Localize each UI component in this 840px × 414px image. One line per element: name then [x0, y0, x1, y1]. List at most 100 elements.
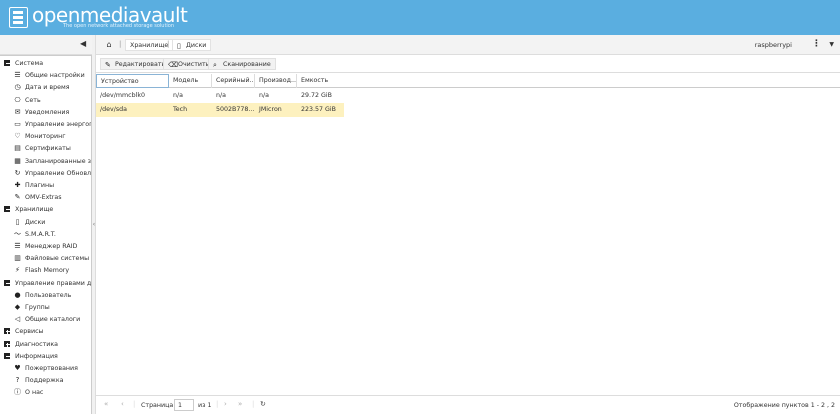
nav-item[interactable]: ◷ Дата и время	[0, 82, 91, 94]
nav-label: Управление Обновлени	[25, 169, 92, 177]
nav-item[interactable]: ▤ Сертификаты	[0, 143, 91, 155]
cell-vendor: n/a	[259, 92, 269, 99]
nav-group[interactable]: Хранилище	[0, 204, 91, 216]
nav-label: Сервисы	[15, 328, 44, 336]
column-header-capacity[interactable]: Емкость	[297, 74, 344, 88]
home-icon[interactable]: ⌂	[103, 39, 115, 51]
nav-item[interactable]: ⓘ О нас	[0, 387, 91, 399]
edit-button[interactable]: ✎ Редактировать	[100, 58, 171, 70]
nav-group[interactable]: Информация	[0, 351, 91, 363]
nav-item[interactable]: ♥ Пожертвования	[0, 363, 91, 375]
table-row[interactable]: /dev/mmcblk0 n/a n/a n/a 29.72 GiB	[96, 89, 344, 103]
nav-item[interactable]: ▭ Управление энергопотр	[0, 119, 91, 131]
nav-item-icon: 〜	[14, 229, 21, 238]
next-page-icon[interactable]: ›	[224, 400, 227, 408]
nav-label: Пользователь	[25, 291, 72, 299]
prev-page-icon[interactable]: ‹	[121, 400, 124, 408]
nav-label: Поддержка	[25, 377, 64, 385]
nav-label: Сеть	[25, 96, 41, 104]
nav-item[interactable]: ◆ Группы	[0, 302, 91, 314]
nav-label: Менеджер RAID	[25, 243, 78, 250]
pagination-bar: « ‹ | Страница из 1 | › » | ↻ Отображени…	[96, 395, 840, 414]
cell-serial: 5002B778...	[216, 106, 255, 113]
breadcrumb-item-label: Диски	[186, 42, 207, 49]
nav-item[interactable]: ◁ Общие каталоги	[0, 314, 91, 326]
nav-item[interactable]: ✉ Уведомления	[0, 107, 91, 119]
cell-capacity: 223.57 GiB	[301, 106, 336, 113]
pager-separator: |	[216, 400, 219, 408]
scan-button-label: Сканирование	[223, 61, 271, 68]
scan-button[interactable]: ⌕ Сканирование	[208, 58, 276, 70]
nav-item-icon: ?	[15, 376, 20, 385]
nav-group[interactable]: Система	[0, 58, 91, 70]
column-header-model[interactable]: Модель	[169, 74, 212, 88]
nav-label: О нас	[25, 389, 44, 397]
nav-label: Запланированные задач	[25, 157, 91, 165]
nav-item[interactable]: ▦ Запланированные задач	[0, 156, 91, 168]
nav-label: Дата и время	[25, 84, 70, 92]
nav-group[interactable]: Управление правами досту	[0, 278, 91, 290]
nav-item[interactable]: ⎔ Сеть	[0, 95, 91, 107]
cell-model: n/a	[173, 92, 183, 99]
nav-item[interactable]: ♡ Мониторинг	[0, 131, 91, 143]
expand-icon[interactable]	[4, 328, 10, 335]
first-page-icon[interactable]: «	[104, 400, 108, 408]
nav-label: Плагины	[25, 182, 55, 189]
collapse-icon[interactable]	[4, 60, 10, 66]
expand-icon[interactable]	[4, 340, 10, 347]
disk-icon: ▯	[177, 42, 181, 50]
collapse-icon[interactable]	[4, 352, 10, 359]
column-header-serial[interactable]: Серийный...	[212, 74, 255, 88]
more-menu-icon[interactable]: ⋮	[812, 39, 821, 49]
nav-item-icon: ↻	[14, 168, 21, 177]
nav-label: S.M.A.R.T.	[25, 230, 56, 238]
nav-collapse-bar: ◀	[0, 35, 92, 55]
collapse-icon[interactable]	[4, 206, 10, 213]
column-header-device[interactable]: Устройство	[96, 74, 169, 88]
eraser-icon: ⌫	[168, 61, 178, 69]
breadcrumb-separator: |	[167, 40, 170, 48]
chevron-down-icon[interactable]: ▼	[829, 41, 834, 48]
nav-item[interactable]: ✚ Плагины	[0, 180, 91, 192]
nav-group[interactable]: Диагностика	[0, 339, 91, 351]
nav-tree: Система ☰ Общие настройки ◷ Дата и время ⎔ Сет…	[0, 55, 92, 414]
toolbar: ✎ Редактировать ⌫ Очистить ⌕ Сканировани…	[96, 55, 840, 73]
nav-item[interactable]: ⚡ Flash Memory	[0, 265, 91, 277]
nav-item-icon: ✚	[14, 181, 21, 189]
table-row-selected[interactable]: /dev/sda Tech 5002B778... JMicron 223.57…	[96, 103, 344, 117]
collapse-icon[interactable]	[4, 279, 10, 286]
cell-capacity: 29.72 GiB	[301, 92, 332, 99]
splitter-collapse-icon[interactable]: ‹	[92, 221, 96, 228]
nav-item[interactable]: ▯ Диски	[0, 217, 91, 229]
last-page-icon[interactable]: »	[238, 400, 242, 408]
nav-item-icon: ▭	[14, 120, 21, 128]
nav-label: Диагностика	[15, 340, 59, 348]
nav-label: Группы	[25, 304, 50, 311]
nav-label: Flash Memory	[25, 267, 70, 275]
refresh-icon[interactable]: ↻	[260, 400, 266, 408]
cell-device: /dev/mmcblk0	[100, 92, 145, 99]
nav-item-icon: ☰	[14, 242, 21, 250]
nav-item[interactable]: ☰ Общие настройки	[0, 70, 91, 82]
nav-group[interactable]: Сервисы	[0, 326, 91, 338]
nav-item[interactable]: ▥ Файловые системы	[0, 253, 91, 265]
nav-item-icon: ◁	[14, 315, 21, 324]
nav-item[interactable]: ☰ Менеджер RAID	[0, 241, 91, 253]
pencil-icon: ✎	[105, 61, 111, 69]
collapse-left-icon[interactable]: ◀	[80, 39, 86, 48]
nav-item-icon: ✎	[14, 193, 21, 202]
nav-item[interactable]: ? Поддержка	[0, 375, 91, 387]
nav-item-icon: ♥	[14, 364, 21, 372]
page-number-input[interactable]	[174, 399, 194, 411]
nav-label: Общие каталоги	[25, 316, 81, 324]
nav-label: Система	[15, 60, 44, 67]
nav-label: Сертификаты	[25, 145, 71, 153]
nav-item[interactable]: 〜 S.M.A.R.T.	[0, 229, 91, 241]
nav-item[interactable]: ↻ Управление Обновлени	[0, 168, 92, 180]
pager-separator: |	[252, 400, 255, 408]
column-header-vendor[interactable]: Производ...	[255, 74, 297, 88]
nav-item[interactable]: ✎ OMV-Extras	[0, 192, 91, 204]
wipe-button[interactable]: ⌫ Очистить	[163, 58, 215, 70]
search-icon: ⌕	[213, 61, 217, 69]
nav-item[interactable]: ● Пользователь	[0, 290, 91, 302]
